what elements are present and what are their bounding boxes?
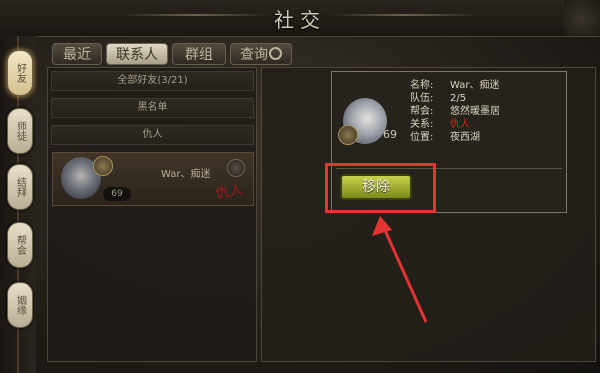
info-team-key: 队伍: bbox=[410, 93, 434, 104]
group-blacklist[interactable]: 黑名单 bbox=[51, 98, 254, 118]
tab-search-label: 查询 bbox=[240, 47, 268, 63]
player-class-emblem-icon bbox=[338, 125, 358, 145]
tab-search[interactable]: 查询 bbox=[230, 43, 292, 65]
player-info-lines: 名称: War、痴迷 队伍: 2/5 帮会: 悠然暖墨居 关系: 仇人 位置: 夜西湖 bbox=[410, 79, 500, 144]
title-bar: 社交 bbox=[0, 0, 600, 37]
tab-recent[interactable]: 最近 bbox=[52, 43, 102, 65]
sidebar-tab-friends[interactable]: 好友 bbox=[7, 50, 33, 96]
sidebar-tab-mentor[interactable]: 师徒 bbox=[7, 108, 33, 154]
highlight-box bbox=[325, 163, 436, 213]
info-location-key: 位置: bbox=[410, 132, 434, 143]
group-enemies[interactable]: 仇人 bbox=[51, 125, 254, 145]
class-emblem-icon bbox=[93, 156, 113, 176]
sidebar-tab-guild[interactable]: 帮会 bbox=[7, 222, 33, 268]
contact-action-icon[interactable] bbox=[227, 159, 245, 177]
info-name-value: War、痴迷 bbox=[450, 80, 500, 91]
info-location-value: 夜西湖 bbox=[450, 132, 480, 143]
info-name-key: 名称: bbox=[410, 80, 434, 91]
contact-name: War、痴迷 bbox=[161, 169, 211, 180]
info-team-value: 2/5 bbox=[450, 93, 467, 104]
info-relation-value: 仇人 bbox=[450, 119, 470, 130]
relation-seal: 仇人 bbox=[213, 181, 245, 203]
group-all-friends[interactable]: 全部好友(3/21) bbox=[51, 71, 254, 91]
contact-card[interactable]: 69 War、痴迷 仇人 bbox=[52, 152, 254, 206]
info-guild-value: 悠然暖墨居 bbox=[450, 106, 500, 117]
sidebar-tab-marriage[interactable]: 姻缘 bbox=[7, 282, 33, 328]
social-window: 社交 好友 师徒 结拜 帮会 姻缘 最近 联系人 群组 查询 全部好友(3/21… bbox=[0, 0, 600, 373]
contact-level: 69 bbox=[103, 187, 131, 201]
close-button[interactable] bbox=[564, 0, 600, 36]
tab-contacts[interactable]: 联系人 bbox=[106, 43, 168, 65]
sidebar-tab-sworn[interactable]: 结拜 bbox=[7, 164, 33, 210]
info-relation-key: 关系: bbox=[410, 119, 434, 130]
player-level: 69 bbox=[383, 128, 397, 141]
info-guild-key: 帮会: bbox=[410, 106, 434, 117]
tab-groups[interactable]: 群组 bbox=[172, 43, 226, 65]
window-title: 社交 bbox=[274, 8, 326, 32]
search-icon bbox=[269, 47, 282, 60]
